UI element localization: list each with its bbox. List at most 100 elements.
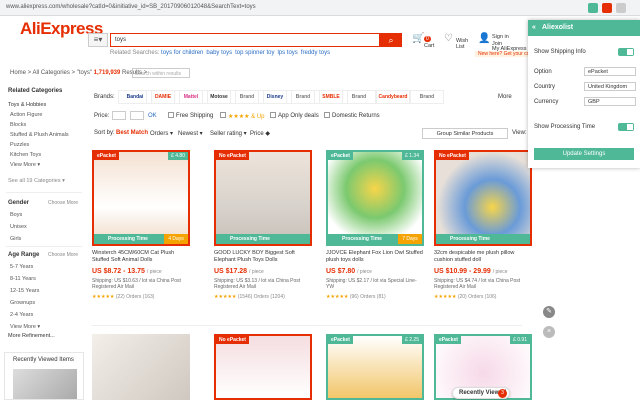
gender-title: Gender <box>8 200 30 206</box>
view-more-link[interactable]: View More ▾ <box>10 324 40 330</box>
category-parent[interactable]: Toys & Hobbies <box>8 102 46 108</box>
category-item[interactable]: Action Figure <box>10 112 42 118</box>
cart-label[interactable]: Cart <box>424 43 434 49</box>
age-item[interactable]: Grownups <box>10 300 35 306</box>
product-card[interactable]: No ePacket Processing Time GOOD LUCKY BO… <box>214 150 312 310</box>
extension-icon[interactable] <box>602 3 612 13</box>
related-link[interactable]: baby toys <box>206 50 232 56</box>
epacket-badge: No ePacket <box>436 152 469 160</box>
search-input[interactable]: toys <box>110 33 380 47</box>
epacket-badge: ePacket <box>328 152 353 160</box>
sort-orders[interactable]: Orders ▾ <box>150 130 173 137</box>
brand-logo[interactable]: Brand <box>342 90 376 104</box>
gender-choose-more[interactable]: Choose More <box>48 200 78 206</box>
related-searches: Related Searches: toys for children baby … <box>110 50 331 56</box>
brand-logo[interactable]: Brand <box>410 90 444 104</box>
processing-time-toggle[interactable] <box>618 123 634 131</box>
update-settings-button[interactable]: Update Settings <box>534 148 634 160</box>
related-link[interactable]: freddy toys <box>301 50 330 56</box>
gender-item[interactable]: Boys <box>10 212 22 218</box>
product-title[interactable]: GOOD LUCKY BOY Biggest Soft Elephant Plu… <box>214 250 312 264</box>
heart-icon[interactable]: ♡ <box>444 33 453 44</box>
category-item[interactable]: Puzzles <box>10 142 29 148</box>
menu-icon[interactable] <box>616 3 626 13</box>
category-item[interactable]: Blocks <box>10 122 26 128</box>
sort-best-match[interactable]: Best Match <box>116 130 148 136</box>
product-card[interactable]: ePacket £ 2.25 <box>326 334 424 400</box>
recently-viewed-box: Recently Viewed Items <box>4 352 84 400</box>
related-categories-title: Related Categories <box>8 88 63 94</box>
search-within-input[interactable]: Search within results <box>132 68 190 78</box>
rating-stars: ★★★★★ (20) Orders (106) <box>434 294 497 300</box>
related-link[interactable]: toys for children <box>161 50 203 56</box>
related-link[interactable]: lps toys <box>277 50 297 56</box>
categories-menu-button[interactable]: ≡▾ <box>88 33 108 47</box>
product-title[interactable]: Winsterch 45CM/60CM Cat Plush Stuffed So… <box>92 250 190 264</box>
product-card[interactable]: ePacket £ 4.80 Processing Time 4 Days Win… <box>92 150 190 310</box>
browser-bar: www.aliexpress.com/wholesale?catId=0&ini… <box>0 0 640 16</box>
age-item[interactable]: 8-11 Years <box>10 276 36 282</box>
price-max-input[interactable] <box>130 111 144 120</box>
currency-select[interactable]: GBP <box>584 97 636 106</box>
product-price: US $10.99 - 29.99 / piece <box>434 268 508 275</box>
epacket-badge: No ePacket <box>216 336 249 344</box>
shipping-info: Shipping: US $4.74 / lot via China Post … <box>434 278 521 290</box>
wishlist-label[interactable]: Wish List <box>456 38 474 50</box>
category-item[interactable]: Kitchen Toys <box>10 152 41 158</box>
product-card[interactable]: ePacket £ 1.34 Processing Time 7 Days JJO… <box>326 150 424 310</box>
shipping-info: Shipping: US $3.13 / lot via China Post … <box>214 278 301 290</box>
signin-link[interactable]: Sign in <box>492 34 509 40</box>
shipping-info: Shipping: US $10.63 / lot via China Post… <box>92 278 181 290</box>
search-button[interactable]: ⌕ <box>380 33 402 47</box>
price-min-input[interactable] <box>112 111 126 120</box>
user-icon[interactable]: 👤 <box>478 33 490 44</box>
rating-checkbox[interactable] <box>220 112 226 118</box>
close-icon[interactable]: × <box>543 326 555 338</box>
option-select[interactable]: ePacket <box>584 67 636 76</box>
brands-more-link[interactable]: More <box>498 94 512 100</box>
age-item[interactable]: 2-4 Years <box>10 312 33 318</box>
shipping-info-toggle[interactable] <box>618 48 634 56</box>
product-card[interactable] <box>92 334 190 400</box>
view-more-link[interactable]: View More ▾ <box>10 162 40 168</box>
related-link[interactable]: top spinner toy <box>235 50 274 56</box>
gender-item[interactable]: Girls <box>10 236 21 242</box>
product-title[interactable]: 32cm despicable me plush pillow cushion … <box>434 250 532 264</box>
group-similar-button[interactable]: Group Similar Products <box>422 128 508 139</box>
product-card[interactable]: No ePacket Processing Time 32cm despicab… <box>434 150 532 310</box>
epacket-badge: No ePacket <box>216 152 249 160</box>
see-all-categories[interactable]: See all 19 Categories ▾ <box>8 178 65 184</box>
age-item[interactable]: 5-7 Years <box>10 264 33 270</box>
product-card[interactable]: No ePacket <box>214 334 312 400</box>
url-text[interactable]: www.aliexpress.com/wholesale?catId=0&ini… <box>6 4 256 10</box>
edit-icon[interactable]: ✎ <box>543 306 555 318</box>
free-shipping-checkbox[interactable] <box>168 112 174 118</box>
collapse-icon[interactable]: « <box>532 20 536 36</box>
recent-item-image[interactable] <box>13 369 77 399</box>
app-deals-checkbox[interactable] <box>270 112 276 118</box>
age-item[interactable]: 12-15 Years <box>10 288 39 294</box>
age-range-title: Age Range <box>8 252 40 258</box>
recently-viewed-badge[interactable]: Recently Viewed 3 <box>452 387 510 399</box>
recently-viewed-title: Recently Viewed Items <box>13 357 74 363</box>
product-price: US $17.28 / piece <box>214 268 264 275</box>
sort-seller-rating[interactable]: Seller rating ▾ <box>210 130 247 137</box>
sort-newest[interactable]: Newest ▾ <box>178 130 203 137</box>
breadcrumb: Home > All Categories > "toys" 1,719,939… <box>10 70 148 76</box>
gender-item[interactable]: Unisex <box>10 224 27 230</box>
age-choose-more[interactable]: Choose More <box>48 252 78 258</box>
category-item[interactable]: Stuffed & Plush Animals <box>10 132 69 138</box>
processing-time-bar: Processing Time 7 Days <box>328 234 422 244</box>
extension-icon[interactable] <box>588 3 598 13</box>
price-ok-button[interactable]: OK <box>148 113 157 119</box>
domestic-returns-checkbox[interactable] <box>324 112 330 118</box>
sort-price[interactable]: Price ◆ <box>250 130 270 137</box>
more-refinement-link[interactable]: More Refinement... <box>8 333 55 339</box>
brand-logo[interactable]: Candybeard <box>376 90 410 104</box>
cart-icon[interactable]: 🛒 <box>412 33 424 44</box>
epacket-badge: ePacket <box>94 152 119 160</box>
price-filter-row: Price: OK Free Shipping ★★★★ & Up App On… <box>94 111 380 120</box>
product-price: US $8.72 - 13.75 / piece <box>92 268 162 275</box>
country-select[interactable]: United Kingdom <box>584 82 636 91</box>
product-title[interactable]: JJOVCE Elephant Fox Lion Owl Stuffed plu… <box>326 250 424 264</box>
